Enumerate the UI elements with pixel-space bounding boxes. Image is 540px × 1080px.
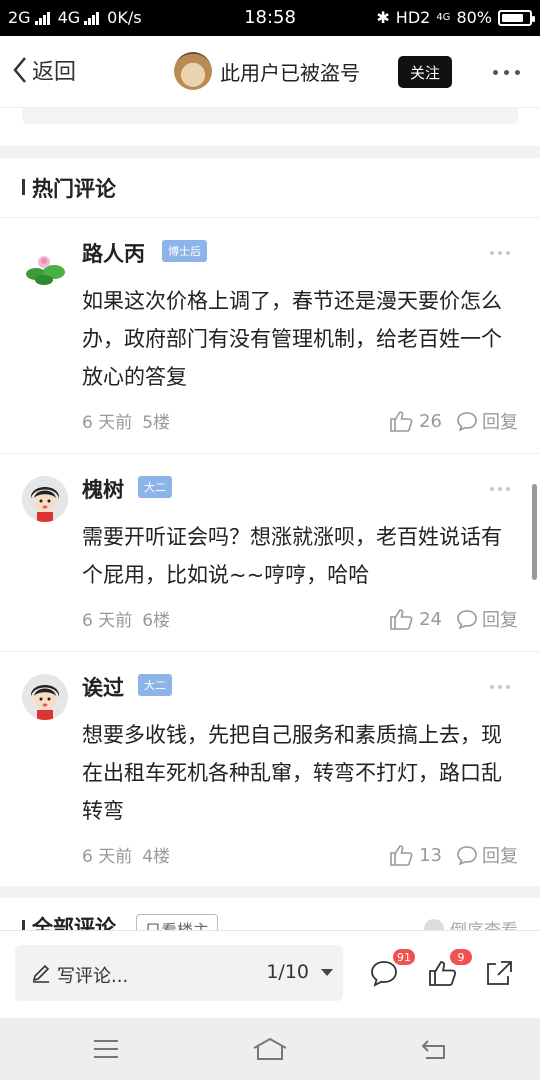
cartoon-girl-avatar-icon xyxy=(22,476,68,522)
write-comment-input[interactable]: 写评论... 1/10 xyxy=(15,945,343,1001)
comment-actions: 13 回复 xyxy=(389,842,518,868)
like-count-badge: 9 xyxy=(450,949,472,965)
chevron-down-icon[interactable] xyxy=(321,969,333,976)
more-options-icon[interactable] xyxy=(493,70,520,75)
divider xyxy=(0,146,540,158)
only-author-filter-button[interactable]: 只看楼主 xyxy=(136,914,219,930)
like-button[interactable]: 13 xyxy=(389,844,442,866)
comment-author[interactable]: 槐树 xyxy=(82,474,124,504)
comment-more-icon[interactable] xyxy=(490,251,510,255)
chevron-left-icon xyxy=(13,57,26,83)
comment-time: 6 天前 xyxy=(82,413,133,433)
level-badge: 大二 xyxy=(138,476,172,498)
like-button[interactable]: 24 xyxy=(389,608,442,630)
nav-user[interactable]: 此用户已被盗号 xyxy=(174,52,360,90)
share-icon[interactable] xyxy=(484,959,514,987)
comment-text: 需要开听证会吗？想涨就涨呗，老百姓说话有个屁用，比如说~~哼哼，哈哈 xyxy=(82,525,502,587)
hot-comments-header: 热门评论 xyxy=(0,158,540,218)
divider xyxy=(0,886,540,898)
pencil-icon xyxy=(32,964,50,983)
avatar[interactable] xyxy=(22,244,68,290)
comment-count-badge: 91 xyxy=(393,949,415,965)
menu-icon[interactable] xyxy=(92,1036,120,1062)
thumbs-up-icon xyxy=(390,411,413,432)
hot-comments-title: 热门评论 xyxy=(32,177,116,201)
level-badge: 博士后 xyxy=(162,240,207,262)
comment-time: 6 天前 xyxy=(82,611,133,631)
battery-percent: 80% xyxy=(456,8,492,27)
back-button[interactable]: 返回 xyxy=(12,54,76,86)
comment-bubble-icon xyxy=(457,846,477,865)
comment-more-icon[interactable] xyxy=(490,487,510,491)
reply-button[interactable]: 回复 xyxy=(456,842,518,868)
reply-label: 回复 xyxy=(482,846,518,867)
battery-icon xyxy=(498,9,535,26)
like-count: 24 xyxy=(419,608,442,630)
home-icon[interactable] xyxy=(252,1036,288,1062)
comment-actions: 24 回复 xyxy=(389,606,518,632)
back-label: 返回 xyxy=(32,60,77,85)
comment-floor: 6楼 xyxy=(142,611,171,631)
reply-button[interactable]: 回复 xyxy=(456,408,518,434)
avatar xyxy=(174,52,212,90)
nav-username: 此用户已被盗号 xyxy=(220,60,360,85)
comment-floor: 4楼 xyxy=(142,847,171,867)
reply-label: 回复 xyxy=(482,412,518,433)
comment-bubble-icon xyxy=(457,610,477,629)
write-comment-placeholder: 写评论... xyxy=(57,966,129,987)
comment-icon[interactable] xyxy=(369,959,399,987)
like-count: 13 xyxy=(419,844,442,866)
comment-meta: 6 天前 5楼 xyxy=(82,408,170,433)
comment-item: 路人丙 博士后 如果这次价格上调了，春节还是漫天要价怎么办，政府部门有没有管理机… xyxy=(0,218,540,454)
battery-fill xyxy=(502,13,523,22)
section-bar xyxy=(22,179,25,195)
comment-actions: 26 回复 xyxy=(389,408,518,434)
status-bar: 2G 4G 0K/s 18:58 ✱ HD2 4G 80% xyxy=(0,0,540,36)
hd-label: HD2 xyxy=(395,8,431,27)
lotus-avatar-icon xyxy=(26,256,65,285)
comment-bubble-icon xyxy=(457,412,477,431)
sort-label: 倒序查看 xyxy=(450,916,518,930)
all-comments-title: 全部评论 xyxy=(32,916,116,930)
comment-text: 如果这次价格上调了，春节还是漫天要价怎么办，政府部门有没有管理机制，给老百姓一个… xyxy=(82,289,502,389)
thumbs-up-icon xyxy=(390,609,413,630)
cartoon-girl-avatar-icon xyxy=(22,674,68,720)
sort-icon xyxy=(424,918,444,930)
comment-text: 想要多收钱，先把自己服务和素质搞上去，现在出租车死机各种乱窜，转弯不打灯，路口乱… xyxy=(82,723,502,823)
comment-time: 6 天前 xyxy=(82,847,133,867)
like-count: 26 xyxy=(419,410,442,432)
bottom-input-bar: 写评论... 1/10 91 9 xyxy=(0,930,540,1018)
comment-more-icon[interactable] xyxy=(490,685,510,689)
top-nav: 返回 此用户已被盗号 关注 xyxy=(0,36,540,108)
comment-meta: 6 天前 4楼 xyxy=(82,842,170,867)
comment-item: 诶过 大二 想要多收钱，先把自己服务和素质搞上去，现在出租车死机各种乱窜，转弯不… xyxy=(0,652,540,886)
comment-author[interactable]: 诶过 xyxy=(82,672,124,702)
thumbs-up-icon xyxy=(390,845,413,866)
level-badge: 大二 xyxy=(138,674,172,696)
page-indicator[interactable]: 1/10 xyxy=(266,961,309,983)
network-label-4g-2: 4G xyxy=(436,12,451,23)
comment-item: 槐树 大二 需要开听证会吗？想涨就涨呗，老百姓说话有个屁用，比如说~~哼哼，哈哈… xyxy=(0,454,540,652)
reply-label: 回复 xyxy=(482,610,518,631)
section-bar xyxy=(22,920,25,930)
sort-reverse-button[interactable]: 倒序查看 xyxy=(424,916,518,930)
system-nav-bar xyxy=(0,1018,540,1080)
reply-button[interactable]: 回复 xyxy=(456,606,518,632)
avatar[interactable] xyxy=(22,476,68,522)
avatar[interactable] xyxy=(22,674,68,720)
like-button[interactable]: 26 xyxy=(389,410,442,432)
comment-author[interactable]: 路人丙 xyxy=(82,238,145,268)
top-card-remnant xyxy=(0,108,540,146)
comment-floor: 5楼 xyxy=(142,413,171,433)
scrollbar-thumb[interactable] xyxy=(532,484,537,580)
bluetooth-icon: ✱ xyxy=(376,8,390,27)
follow-button[interactable]: 关注 xyxy=(398,56,452,88)
all-comments-header: 全部评论 只看楼主 倒序查看 xyxy=(0,898,540,930)
back-nav-icon[interactable] xyxy=(420,1036,450,1062)
comment-meta: 6 天前 6楼 xyxy=(82,606,170,631)
